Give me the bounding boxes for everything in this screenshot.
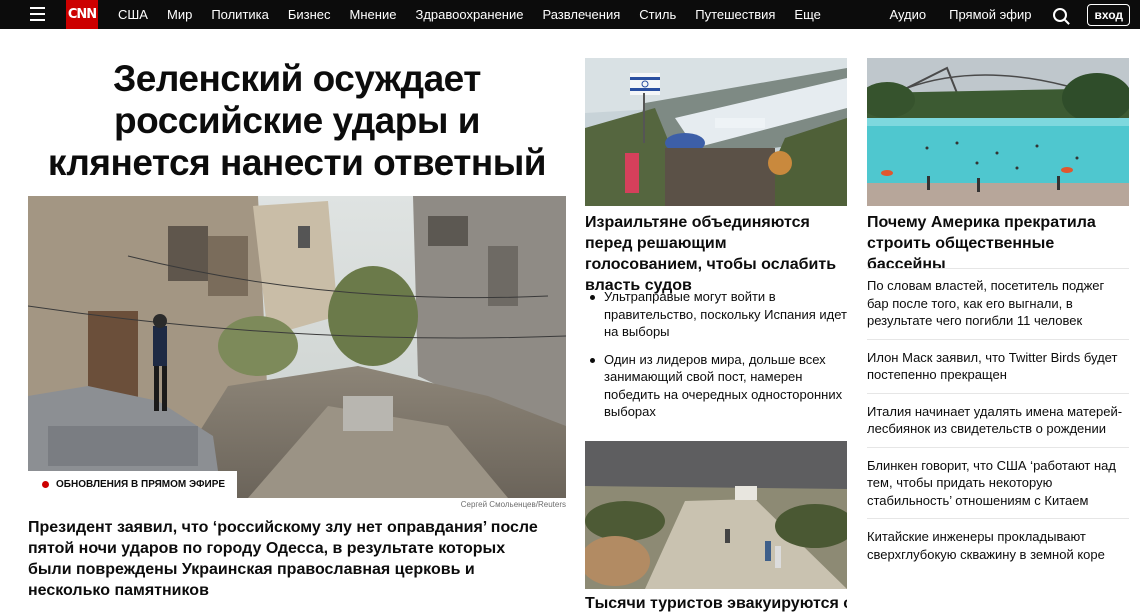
login-button[interactable]: вход (1087, 3, 1130, 26)
bullet-item[interactable]: Один из лидеров мира, дольше всех занима… (585, 351, 847, 421)
nav-link-us[interactable]: США (118, 7, 148, 22)
nav-link-entertainment[interactable]: Развлечения (542, 7, 620, 22)
nav-link-more[interactable]: Еще (794, 7, 820, 22)
nav-link-politics[interactable]: Политика (211, 7, 269, 22)
menu-icon[interactable] (30, 7, 45, 21)
nav-link-opinion[interactable]: Мнение (350, 7, 397, 22)
list-item[interactable]: Китайские инженеры прокладывают сверхглу… (867, 518, 1129, 572)
cnn-logo[interactable]: CNN (66, 0, 98, 29)
evacuation-photo (585, 441, 847, 589)
pool-image[interactable] (867, 58, 1129, 206)
odessa-damage-photo (28, 196, 566, 498)
lead-subheadline[interactable]: Президент заявил, что ‘российскому злу н… (28, 517, 548, 601)
list-item[interactable]: Италия начинает удалять имена матерей-ле… (867, 392, 1129, 447)
list-item[interactable]: Илон Маск заявил, что Twitter Birds буде… (867, 338, 1129, 393)
lead-image[interactable] (28, 196, 566, 498)
bullet-item[interactable]: Ультраправые могут войти в правительство… (585, 288, 847, 341)
logo-text: CNN (67, 7, 97, 22)
list-item[interactable]: Блинкен говорит, что США ‘работают над т… (867, 446, 1129, 519)
nav-link-style[interactable]: Стиль (639, 7, 676, 22)
nav-link-audio[interactable]: Аудио (889, 7, 926, 22)
headline-list: По словам властей, посетитель поджег бар… (867, 268, 1129, 572)
israel-protest-image[interactable] (585, 58, 847, 206)
evacuation-headline[interactable]: Тысячи туристов эвакуируются с (585, 593, 847, 614)
nav-right: Аудио Прямой эфир вход (889, 0, 1130, 29)
list-item[interactable]: По словам властей, посетитель поджег бар… (867, 268, 1129, 339)
nav-link-business[interactable]: Бизнес (288, 7, 331, 22)
nav-link-world[interactable]: Мир (167, 7, 192, 22)
live-updates-badge[interactable]: Обновления в прямом эфире (28, 471, 238, 498)
public-pool-photo (867, 58, 1129, 206)
evacuation-image[interactable] (585, 441, 847, 589)
nav-link-live-tv[interactable]: Прямой эфир (949, 7, 1031, 22)
related-bullets: Ультраправые могут войти в правительство… (585, 288, 847, 431)
nav-link-health[interactable]: Здравоохранение (415, 7, 523, 22)
top-navigation: CNN США Мир Политика Бизнес Мнение Здрав… (0, 0, 1140, 29)
nav-link-travel[interactable]: Путешествия (695, 7, 775, 22)
image-credit: Сергей Смольенцев/Reuters (460, 500, 566, 509)
pools-headline[interactable]: Почему Америка прекратила строить общест… (867, 212, 1129, 275)
israel-headline[interactable]: Израильтяне объединяются перед решающим … (585, 212, 847, 296)
search-icon[interactable] (1053, 7, 1068, 22)
live-badge-label: Обновления в прямом эфире (56, 479, 226, 490)
live-dot-icon (42, 481, 49, 488)
nav-links: США Мир Политика Бизнес Мнение Здравоохр… (118, 0, 840, 29)
israel-protest-photo (585, 58, 847, 206)
